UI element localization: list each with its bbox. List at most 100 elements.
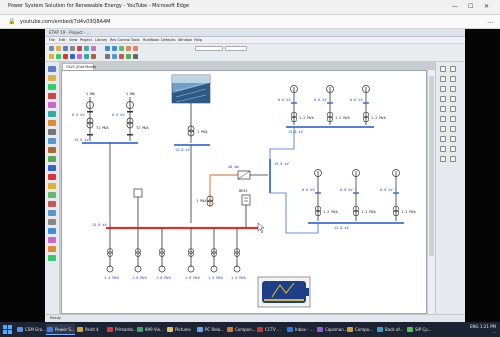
text-icon[interactable] (126, 54, 131, 59)
rpal-multimeter-icon[interactable] (450, 96, 456, 102)
canvas-vertical-scrollbar[interactable] (427, 70, 435, 314)
config-dropdown[interactable] (225, 46, 247, 51)
more-options-button[interactable]: … (487, 17, 494, 26)
rpal-pan-icon[interactable] (450, 66, 456, 72)
taskbar-app[interactable]: Compo... (346, 324, 375, 335)
palette-switch-icon[interactable] (48, 219, 56, 225)
feeder-3[interactable]: 1.8 MVA (156, 228, 172, 280)
oneline-canvas[interactable]: 1 MW 6.9 kV T1 MVA 1 MW 6.9 kV T2 MVA 13… (61, 70, 427, 314)
print-icon[interactable] (70, 46, 75, 51)
cut-icon[interactable] (77, 46, 82, 51)
rpal-breaker-icon[interactable] (450, 106, 456, 112)
theme-icon[interactable] (112, 54, 117, 59)
palette-transformer-icon[interactable] (48, 75, 56, 81)
rpal-fuse-icon[interactable] (440, 106, 446, 112)
close-button[interactable]: ✕ (484, 3, 489, 11)
menu-window[interactable]: Window (178, 38, 192, 42)
zoom-out-icon[interactable] (112, 46, 117, 51)
undo-icon[interactable] (126, 46, 131, 51)
taskbar-app[interactable]: PC Rela... (196, 324, 225, 335)
harmonics-icon[interactable] (77, 54, 82, 59)
rpal-recloser-icon[interactable] (440, 136, 446, 142)
address-url[interactable]: youtube.com/embed/7d4v03Q8A4M (20, 19, 110, 25)
rpal-pointer-icon[interactable] (440, 66, 446, 72)
menu-project[interactable]: Project (80, 38, 92, 42)
taskbar-app[interactable]: Compon... (226, 324, 255, 335)
palette-fuse-icon[interactable] (48, 138, 56, 144)
rpal-relay-icon[interactable] (440, 76, 446, 82)
taskbar-app[interactable]: Pictures (166, 324, 195, 335)
menu-rulebook[interactable]: RuleBook (143, 38, 159, 42)
palette-motor-icon[interactable] (48, 102, 56, 108)
taskbar-app[interactable]: CSM Gro... (16, 324, 46, 335)
loadflow-icon[interactable] (56, 54, 61, 59)
palette-ct-icon[interactable] (48, 192, 56, 198)
palette-battery-icon[interactable] (48, 174, 56, 180)
palette-cable-icon[interactable] (48, 120, 56, 126)
grid-icon[interactable] (105, 54, 110, 59)
palette-breaker-icon[interactable] (48, 129, 56, 135)
palette-bus-icon[interactable] (48, 66, 56, 72)
project-dropdown[interactable] (195, 46, 223, 51)
menu-edit[interactable]: Edit (59, 38, 66, 42)
zoom-in-icon[interactable] (105, 46, 110, 51)
short-circuit-icon[interactable] (63, 54, 68, 59)
menu-file[interactable]: File (49, 38, 55, 42)
feeder-5[interactable]: 1.5 MVA (208, 228, 224, 280)
taskbar-app[interactable]: CCTV ... (256, 324, 285, 335)
palette-meter-icon[interactable] (48, 210, 56, 216)
rpal-overload-icon[interactable] (440, 126, 446, 132)
rpal-line-icon[interactable] (440, 156, 446, 162)
menu-tools[interactable]: Tools (131, 38, 140, 42)
palette-ups-icon[interactable] (48, 246, 56, 252)
motor-start-icon[interactable] (70, 54, 75, 59)
taskbar-app[interactable]: Inbox - ... (286, 324, 315, 335)
rpal-ammeter-icon[interactable] (450, 86, 456, 92)
save-icon[interactable] (63, 46, 68, 51)
rpal-voltmeter-icon[interactable] (440, 96, 446, 102)
taskbar-app[interactable]: 899 Vio... (136, 324, 165, 335)
palette-load-icon[interactable] (48, 111, 56, 117)
align-icon[interactable] (133, 54, 138, 59)
palette-pv-icon[interactable] (48, 156, 56, 162)
menu-defaults[interactable]: Defaults (161, 38, 176, 42)
palette-capacitor-icon[interactable] (48, 228, 56, 234)
menu-view[interactable]: View (69, 38, 77, 42)
red-pen-icon[interactable] (119, 54, 124, 59)
rpal-contactor-icon[interactable] (450, 116, 456, 122)
menu-library[interactable]: Library (95, 38, 107, 42)
palette-vfd-icon[interactable] (48, 255, 56, 261)
taskbar-app[interactable]: Power S... (46, 324, 75, 335)
open-icon[interactable] (56, 46, 61, 51)
taskbar-app[interactable]: Primardo... (106, 324, 137, 335)
left-generator-2[interactable]: 1 MW 6.9 kV T2 MVA (112, 92, 150, 141)
windows-start-icon[interactable] (3, 325, 12, 334)
left-generator-1[interactable]: 1 MW 6.9 kV T1 MVA (72, 92, 110, 141)
paste-icon[interactable] (91, 46, 96, 51)
edit-mode-icon[interactable] (49, 54, 54, 59)
palette-reactor-icon[interactable] (48, 237, 56, 243)
rpal-pt-icon[interactable] (440, 86, 446, 92)
feeder-6[interactable]: 1.5 MVA (231, 228, 247, 280)
taskbar-app[interactable]: SIP Cp... (406, 324, 435, 335)
rpal-box-icon[interactable] (450, 156, 456, 162)
palette-generator-icon[interactable] (48, 84, 56, 90)
rpal-diff-icon[interactable] (450, 126, 456, 132)
tab-oneline[interactable]: OLV1 (Edit Mode) (62, 63, 96, 70)
tray-language[interactable]: ENG (470, 324, 479, 329)
feeder-1[interactable]: 1.4 MVA (104, 228, 120, 280)
redo-icon[interactable] (133, 46, 138, 51)
protection-icon[interactable] (91, 54, 96, 59)
new-icon[interactable] (49, 46, 54, 51)
wind-bottom-feeder[interactable] (270, 192, 319, 234)
tray-date[interactable]: ... (470, 329, 496, 334)
left-switchgear[interactable] (133, 188, 143, 198)
palette-wind-icon[interactable] (48, 165, 56, 171)
rpal-text-icon[interactable] (450, 146, 456, 152)
scrollbar-thumb[interactable] (429, 76, 434, 256)
taskbar-app[interactable]: Back of... (376, 324, 405, 335)
battery-image[interactable] (257, 276, 311, 308)
rpal-ground-icon[interactable] (440, 146, 446, 152)
palette-pt-icon[interactable] (48, 201, 56, 207)
menu-help[interactable]: Help (194, 38, 202, 42)
